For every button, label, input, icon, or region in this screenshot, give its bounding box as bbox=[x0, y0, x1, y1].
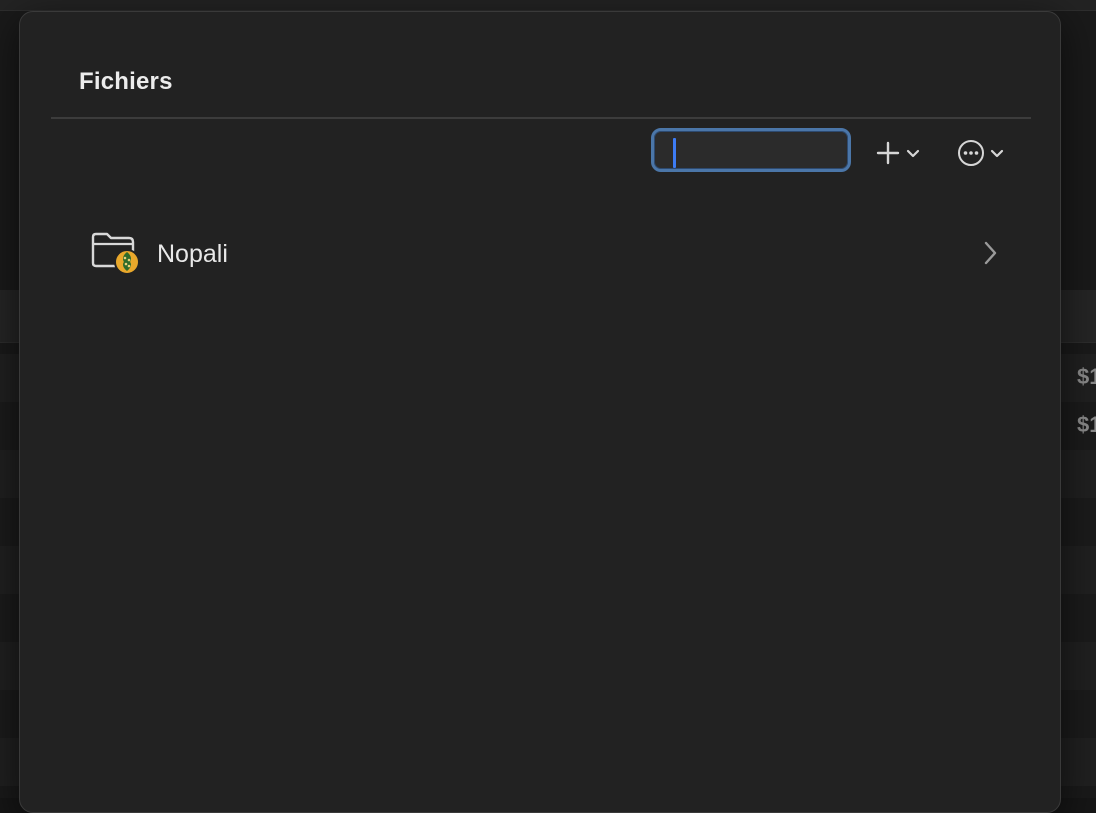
folder-name: Nopali bbox=[157, 240, 228, 268]
folder-with-badge-icon bbox=[91, 232, 140, 275]
background-price-text: $1 bbox=[1077, 364, 1096, 389]
files-panel: Fichiers Nopali bbox=[19, 11, 1061, 813]
ellipsis-circle-icon bbox=[958, 140, 984, 166]
chevron-down-icon bbox=[906, 149, 920, 158]
more-actions-button[interactable] bbox=[957, 136, 1021, 170]
add-menu-button[interactable] bbox=[875, 136, 939, 170]
list-item-folder[interactable]: Nopali bbox=[70, 217, 1010, 283]
plus-icon bbox=[876, 141, 900, 165]
background-toolbar bbox=[0, 0, 1096, 11]
chevron-right-icon[interactable] bbox=[980, 240, 1000, 266]
search-input[interactable] bbox=[654, 131, 848, 169]
search-field[interactable] bbox=[651, 128, 851, 172]
divider bbox=[51, 117, 1031, 119]
text-cursor bbox=[673, 138, 676, 168]
background-price-text: $1 bbox=[1077, 412, 1096, 437]
chevron-down-icon bbox=[990, 149, 1004, 158]
panel-title: Fichiers bbox=[79, 68, 173, 95]
